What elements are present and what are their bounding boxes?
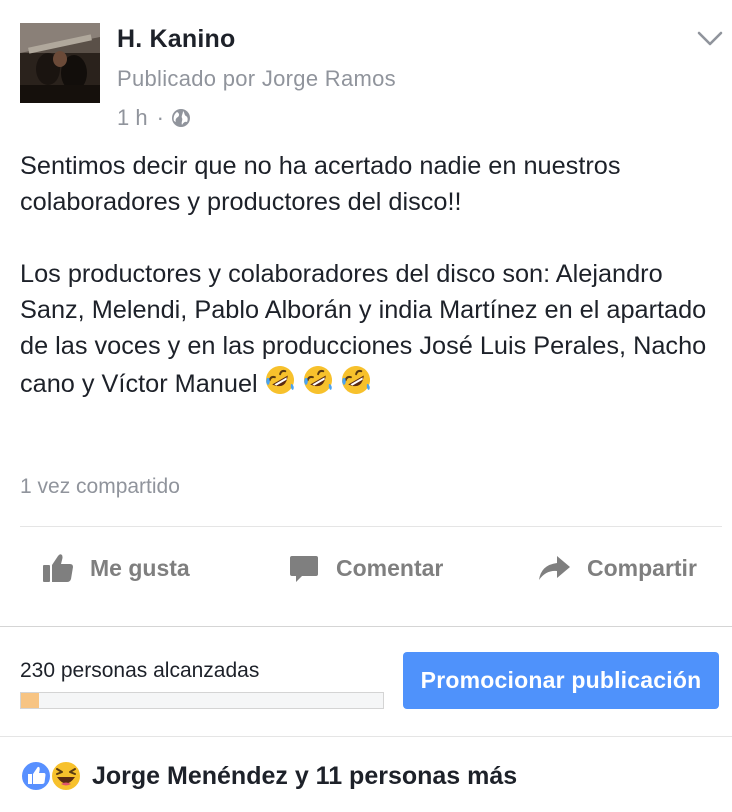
share-count[interactable]: 1 vez compartido <box>20 475 180 499</box>
thumbs-up-icon <box>43 554 73 582</box>
post-paragraph-1: Sentimos decir que no ha acertado nadie … <box>20 152 621 216</box>
haha-reaction-icon <box>50 760 82 792</box>
comment-icon <box>290 556 318 582</box>
post-paragraph-2: Los productores y colaboradores del disc… <box>20 256 720 402</box>
reach-progress-fill <box>21 693 40 708</box>
globe-icon[interactable] <box>171 108 191 128</box>
reactions-summary[interactable]: Jorge Menéndez y 11 personas más <box>20 760 517 792</box>
post-card: H. Kanino Publicado por Jorge Ramos 1 h … <box>0 0 732 812</box>
chevron-down-icon[interactable] <box>697 30 723 48</box>
section-divider <box>0 626 732 627</box>
post-meta: 1 h · <box>117 105 191 131</box>
post-time[interactable]: 1 h <box>117 105 148 131</box>
share-label: Compartir <box>587 554 697 581</box>
comment-label: Comentar <box>336 554 444 581</box>
like-button[interactable]: Me gusta <box>42 545 190 591</box>
comment-button[interactable]: Comentar <box>288 545 443 591</box>
promote-post-button[interactable]: Promocionar publicación <box>403 652 719 709</box>
rolling-laughing-emoji-icon <box>265 366 294 394</box>
page-name[interactable]: H. Kanino <box>117 25 235 54</box>
reactions-text: Jorge Menéndez y 11 personas más <box>92 761 518 790</box>
share-button[interactable]: Compartir <box>537 545 697 591</box>
emoji-row <box>264 364 378 396</box>
reach-progress-bar <box>20 692 384 709</box>
divider <box>0 736 732 737</box>
reach-count: 230 personas alcanzadas <box>20 659 260 682</box>
rolling-laughing-emoji-icon <box>341 366 370 394</box>
share-arrow-icon <box>539 556 570 580</box>
post-text: Sentimos decir que no ha acertado nadie … <box>20 148 720 402</box>
like-label: Me gusta <box>90 554 190 581</box>
rolling-laughing-emoji-icon <box>303 366 332 394</box>
like-reaction-icon <box>20 760 52 792</box>
page-avatar[interactable] <box>20 23 100 103</box>
divider <box>20 526 722 527</box>
meta-separator: · <box>156 105 164 130</box>
published-by: Publicado por Jorge Ramos <box>117 66 396 91</box>
